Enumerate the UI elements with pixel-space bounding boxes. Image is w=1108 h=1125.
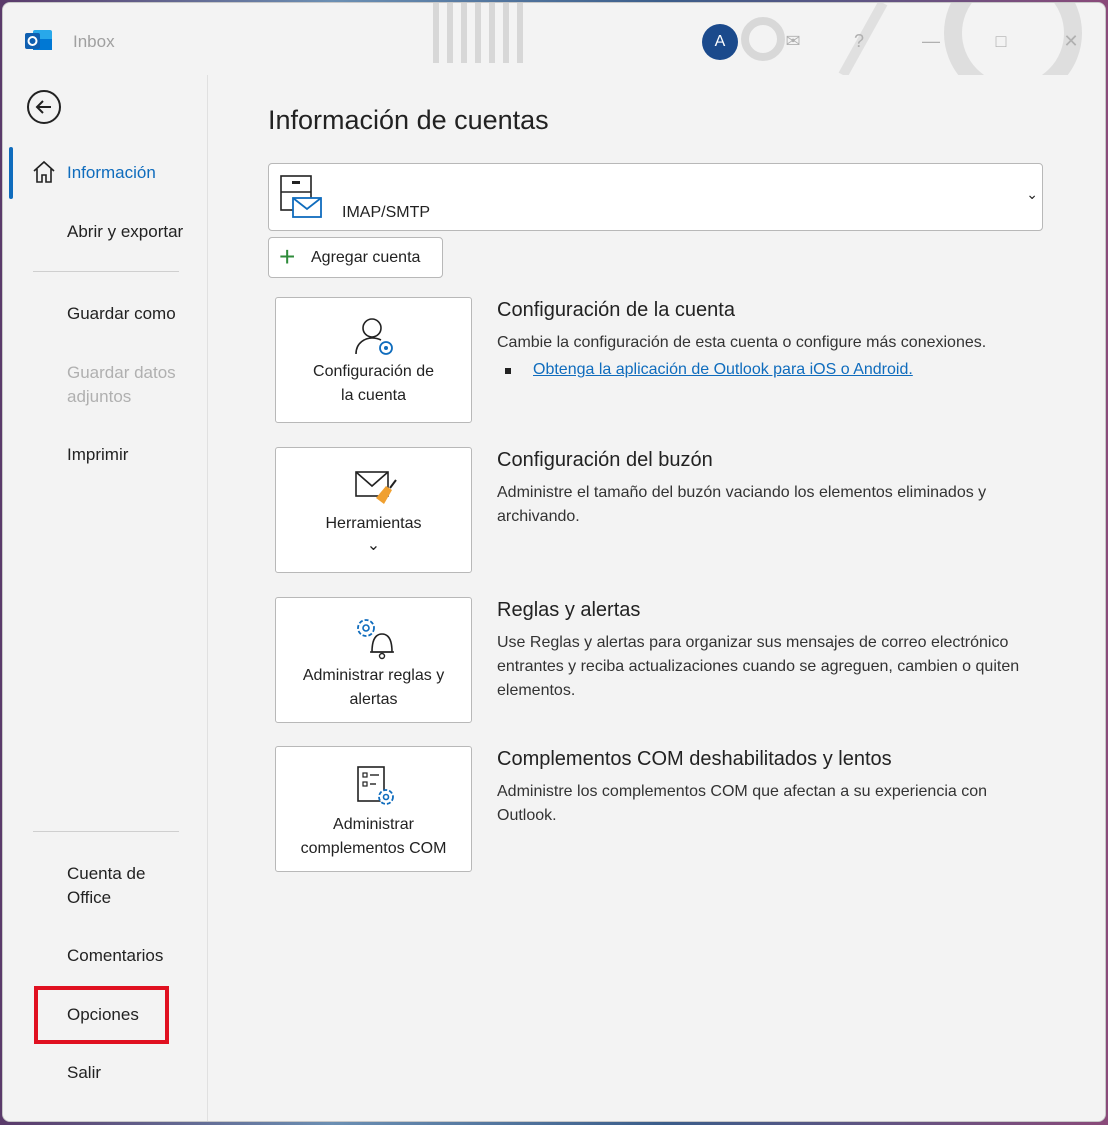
- help-icon[interactable]: ?: [845, 27, 873, 55]
- sidebar-divider: [33, 271, 179, 272]
- window-title: Inbox: [73, 32, 115, 51]
- com-addins-card[interactable]: Administrar complementos COM: [275, 746, 472, 872]
- section-description: Cambie la configuración de esta cuenta o…: [497, 334, 987, 351]
- section-title: Complementos COM deshabilitados y lentos: [497, 748, 892, 770]
- close-icon[interactable]: ✕: [1057, 27, 1085, 55]
- user-gear-icon: [355, 318, 393, 355]
- outlook-window: Inbox A ✉ ? — □ ✕ Información Abrir y ex…: [2, 2, 1106, 1122]
- title-decoration: [433, 3, 523, 63]
- account-type: IMAP/SMTP: [342, 204, 431, 221]
- card-label: Configuración de la cuenta: [313, 363, 434, 404]
- sidebar-item-comentarios[interactable]: Comentarios: [67, 944, 163, 968]
- sidebar-item-abrir-exportar[interactable]: Abrir y exportar: [67, 220, 183, 244]
- tools-card[interactable]: Herramientas ⌄: [275, 447, 472, 573]
- section-description: Use Reglas y alertas para organizar sus …: [497, 634, 1020, 699]
- section-description: Administre el tamaño del buzón vaciando …: [497, 484, 987, 525]
- maximize-icon[interactable]: □: [987, 27, 1015, 55]
- account-settings-card[interactable]: Configuración de la cuenta: [275, 297, 472, 423]
- back-button[interactable]: [27, 90, 61, 124]
- feedback-icon[interactable]: ✉: [779, 27, 807, 55]
- sidebar-item-imprimir[interactable]: Imprimir: [67, 443, 128, 467]
- home-icon: [33, 160, 55, 183]
- chevron-down-icon: ⌄: [1026, 186, 1038, 202]
- section-title: Reglas y alertas: [497, 599, 641, 621]
- card-label: Administrar complementos COM: [300, 816, 447, 857]
- mailbox-broom-icon: [355, 471, 397, 504]
- card-label: Herramientas: [325, 515, 422, 532]
- main-content: Información de cuentas IMAP/SMTP ⌄ + Agr…: [209, 75, 1105, 1121]
- add-account-button[interactable]: + Agregar cuenta: [268, 237, 443, 278]
- avatar[interactable]: A: [702, 24, 738, 60]
- sidebar-item-salir[interactable]: Salir: [67, 1061, 101, 1085]
- chevron-down-icon: ⌄: [366, 537, 381, 554]
- section-title: Configuración del buzón: [497, 449, 713, 471]
- sidebar-divider: [33, 831, 179, 832]
- gear-bell-icon: [357, 619, 394, 660]
- add-account-label: Agregar cuenta: [311, 249, 421, 266]
- outlook-icon: [25, 30, 52, 50]
- sidebar-item-cuenta-office[interactable]: Cuenta de Office: [67, 862, 177, 910]
- document-gear-icon: [357, 766, 394, 805]
- active-indicator: [9, 147, 13, 199]
- account-dropdown[interactable]: IMAP/SMTP ⌄: [268, 163, 1043, 231]
- bullet: [505, 368, 511, 374]
- plus-icon: +: [279, 241, 296, 272]
- sidebar-item-guardar-como[interactable]: Guardar como: [67, 302, 176, 326]
- section-title: Configuración de la cuenta: [497, 299, 735, 321]
- opciones-highlight: [34, 986, 169, 1044]
- title-bar: Inbox A ✉ ? — □ ✕: [3, 3, 1105, 75]
- sidebar-item-informacion[interactable]: Información: [67, 161, 156, 185]
- card-label: Administrar reglas y alertas: [302, 667, 445, 708]
- page-title: Información de cuentas: [268, 105, 549, 135]
- sidebar-item-guardar-adjuntos: Guardar datos adjuntos: [67, 363, 176, 406]
- rules-alerts-card[interactable]: Administrar reglas y alertas: [275, 597, 472, 723]
- backstage-sidebar: Información Abrir y exportar Guardar com…: [3, 75, 208, 1121]
- section-description: Administre los complementos COM que afec…: [497, 783, 988, 824]
- outlook-mobile-link[interactable]: Obtenga la aplicación de Outlook para iO…: [533, 361, 913, 379]
- minimize-icon[interactable]: —: [917, 27, 945, 55]
- account-server-icon: [280, 175, 322, 218]
- arrow-left-icon: [35, 100, 51, 114]
